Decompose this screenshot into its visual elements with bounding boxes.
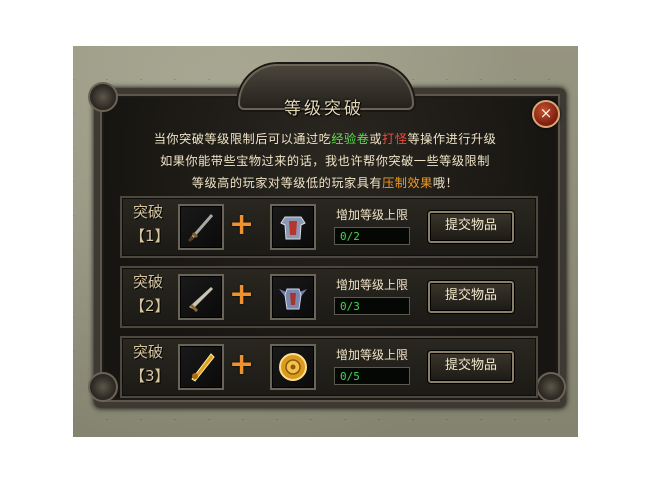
progress-counter: 0/3 xyxy=(334,297,410,315)
item-slot-weapon[interactable] xyxy=(178,274,224,320)
intro-line-3: 等级高的玩家对等级低的玩家具有压制效果哦！ xyxy=(108,172,542,194)
intro-text-segment: 当你突破等级限制后可以通过吃 xyxy=(153,132,332,146)
intro-text-segment: 等操作进行升级 xyxy=(407,132,497,146)
item-slot-armor[interactable] xyxy=(270,204,316,250)
level-cap-label: 增加等级上限 xyxy=(336,278,409,292)
dialog-corner-ornament xyxy=(536,372,566,402)
level-cap-label: 增加等级上限 xyxy=(336,208,409,222)
intro-text-segment: 等级高的玩家对等级低的玩家具有 xyxy=(191,176,383,190)
breakthrough-row-3: 突破 【3】 + 增加等级上限 0/5 提交物品 xyxy=(120,336,538,398)
row-label-number: 【2】 xyxy=(130,297,170,315)
sword-icon xyxy=(187,214,214,243)
winged-armor-icon xyxy=(279,288,307,310)
intro-text-segment: 哦！ xyxy=(432,176,459,190)
golden-armor-icon xyxy=(279,353,307,381)
dialog-corner-ornament xyxy=(88,372,118,402)
item-slot-weapon[interactable] xyxy=(178,344,224,390)
breakthrough-row-1: 突破 【1】 + 增加等级上限 0/2 提交物品 xyxy=(120,196,538,258)
plus-sign: + xyxy=(229,277,255,312)
row-label-title: 突破 xyxy=(132,203,163,221)
item-slot-armor[interactable] xyxy=(270,274,316,320)
golden-sword-icon xyxy=(191,353,215,382)
plus-sign: + xyxy=(229,347,255,382)
highlight-fight-monsters: 打怪 xyxy=(382,132,408,146)
breakthrough-row-2: 突破 【2】 + 增加等级上限 0/3 提交物品 xyxy=(120,266,538,328)
dialog-corner-ornament xyxy=(88,82,118,112)
highlight-suppression-effect: 压制效果 xyxy=(382,176,433,190)
level-cap-label: 增加等级上限 xyxy=(336,348,409,362)
plus-sign: + xyxy=(229,207,255,242)
progress-counter: 0/2 xyxy=(334,227,410,245)
armor-icon xyxy=(280,216,306,240)
dialog-title: 等级突破 xyxy=(284,99,364,119)
intro-line-2: 如果你能带些宝物过来的话，我也许帮你突破一些等级限制 xyxy=(160,154,490,168)
row-label-number: 【1】 xyxy=(130,227,170,245)
row-label-title: 突破 xyxy=(132,343,163,361)
blade-icon xyxy=(189,287,213,313)
intro-text-segment: 或 xyxy=(369,132,383,146)
row-label: 突破 【2】 xyxy=(130,270,170,318)
item-slot-weapon[interactable] xyxy=(178,204,224,250)
row-label-number: 【3】 xyxy=(130,367,170,385)
item-slot-armor[interactable] xyxy=(270,344,316,390)
intro-text: 当你突破等级限制后可以通过吃经验卷或打怪等操作进行升级 如果你能带些宝物过来的话… xyxy=(108,128,542,194)
row-label-title: 突破 xyxy=(132,273,163,291)
intro-line-1: 当你突破等级限制后可以通过吃经验卷或打怪等操作进行升级 xyxy=(108,128,542,150)
highlight-exp-scroll: 经验卷 xyxy=(331,132,370,146)
progress-counter: 0/5 xyxy=(334,367,410,385)
submit-items-button[interactable]: 提交物品 xyxy=(428,211,514,243)
row-label: 突破 【1】 xyxy=(130,200,170,248)
submit-items-button[interactable]: 提交物品 xyxy=(428,281,514,313)
close-button[interactable]: × xyxy=(532,100,560,128)
submit-items-button[interactable]: 提交物品 xyxy=(428,351,514,383)
row-label: 突破 【3】 xyxy=(130,340,170,388)
